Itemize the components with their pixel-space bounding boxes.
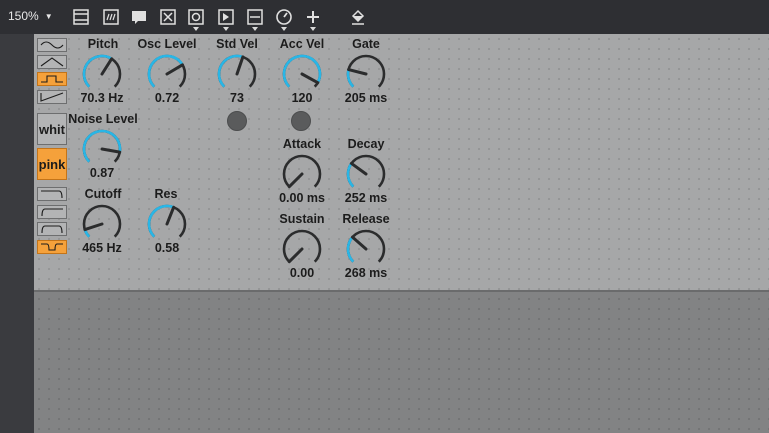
- knob-needle: [165, 63, 184, 76]
- acc-vel-value: 120: [291, 91, 313, 105]
- sine-wave-icon: [40, 41, 64, 49]
- release-knob[interactable]: [344, 227, 388, 271]
- knob-track: [346, 154, 386, 188]
- knob-track: [282, 154, 322, 188]
- pitch-knob[interactable]: [80, 52, 124, 96]
- toolbar: 150% ▼: [0, 0, 769, 34]
- filter-bandpass-button[interactable]: [37, 222, 67, 236]
- waveform-triangle-button[interactable]: [37, 55, 67, 69]
- cutoff-label: Cutoff: [84, 187, 122, 201]
- add-icon[interactable]: [304, 8, 322, 31]
- filter-highpass-button[interactable]: [37, 205, 67, 219]
- acc-vel-indicator: [291, 111, 311, 131]
- lowpass-icon: [41, 190, 63, 199]
- release-label: Release: [342, 212, 390, 226]
- left-strip: [0, 34, 34, 433]
- triangle-wave-icon: [40, 57, 64, 67]
- dial-icon[interactable]: [275, 8, 293, 31]
- std-vel-knob[interactable]: [215, 52, 259, 96]
- attack-knob[interactable]: [280, 152, 324, 196]
- sustain-label: Sustain: [279, 212, 325, 226]
- noise-pink-button[interactable]: pink: [37, 148, 67, 180]
- zoom-label: 150%: [8, 9, 39, 23]
- knob-value-arc: [346, 69, 355, 88]
- knob-needle: [165, 205, 176, 226]
- osc-level-label: Osc Level: [137, 37, 197, 51]
- res-value: 0.58: [154, 241, 180, 255]
- knob-value-arc: [82, 129, 122, 163]
- pitch-label: Pitch: [87, 37, 119, 51]
- knob-needle: [347, 68, 368, 76]
- radio-icon[interactable]: [187, 8, 205, 31]
- knob-needle: [235, 55, 245, 76]
- slider-icon[interactable]: [246, 8, 264, 31]
- filter-notch-button[interactable]: [37, 240, 67, 254]
- cutoff-knob[interactable]: [80, 202, 124, 246]
- paint-bucket-icon[interactable]: [349, 8, 367, 26]
- knob-needle: [287, 247, 304, 264]
- gate-label: Gate: [352, 37, 380, 51]
- presentation-icon[interactable]: [72, 8, 90, 26]
- std-vel-label: Std Vel: [216, 37, 258, 51]
- waveform-sawtooth-button[interactable]: [37, 90, 67, 104]
- waveform-sine-button[interactable]: [37, 38, 67, 52]
- noise-white-label: whit: [39, 121, 65, 137]
- waveform-square-button[interactable]: [37, 72, 67, 86]
- play-button-icon[interactable]: [217, 8, 235, 31]
- knob-needle: [100, 147, 122, 154]
- knob-needle: [83, 222, 104, 232]
- text-field-icon[interactable]: [102, 8, 120, 26]
- cutoff-value: 465 Hz: [82, 241, 122, 255]
- knob-needle: [300, 72, 320, 85]
- comment-icon[interactable]: [130, 8, 148, 26]
- knob-value-arc: [147, 204, 175, 238]
- knob-needle: [350, 235, 368, 251]
- knob-track: [282, 229, 322, 263]
- decay-value: 252 ms: [344, 191, 388, 205]
- osc-level-knob[interactable]: [145, 52, 189, 96]
- noise-white-button[interactable]: whit: [37, 113, 67, 145]
- acc-vel-knob[interactable]: [280, 52, 324, 96]
- knob-needle: [349, 161, 368, 176]
- knob-needle: [100, 57, 114, 76]
- sustain-knob[interactable]: [280, 227, 324, 271]
- decay-label: Decay: [347, 137, 385, 151]
- res-knob[interactable]: [145, 202, 189, 246]
- std-vel-indicator: [227, 111, 247, 131]
- knob-track: [346, 229, 386, 263]
- knob-value-arc: [82, 54, 113, 88]
- std-vel-value: 73: [230, 91, 244, 105]
- gate-value: 205 ms: [344, 91, 388, 105]
- noise-level-label: Noise Level: [68, 112, 138, 126]
- zoom-menu[interactable]: 150% ▼: [8, 9, 53, 23]
- noise-level-value: 0.87: [89, 166, 115, 180]
- noise-pink-label: pink: [38, 156, 66, 172]
- knob-value-arc: [346, 162, 355, 188]
- osc-level-value: 0.72: [154, 91, 180, 105]
- filter-lowpass-button[interactable]: [37, 187, 67, 201]
- release-value: 268 ms: [344, 266, 388, 280]
- attack-label: Attack: [282, 137, 322, 151]
- decay-knob[interactable]: [344, 152, 388, 196]
- bandpass-icon: [41, 225, 63, 234]
- knob-track: [82, 204, 122, 238]
- gate-knob[interactable]: [344, 52, 388, 96]
- toggle-icon[interactable]: [159, 8, 177, 26]
- attack-value: 0.00 ms: [279, 191, 325, 205]
- knob-needle: [287, 172, 304, 189]
- pitch-value: 70.3 Hz: [80, 91, 124, 105]
- sustain-value: 0.00: [289, 266, 315, 280]
- notch-icon: [41, 243, 63, 251]
- acc-vel-label: Acc Vel: [279, 37, 325, 51]
- chevron-down-icon: ▼: [44, 11, 53, 21]
- knob-value-arc: [147, 54, 184, 88]
- sawtooth-wave-icon: [40, 92, 64, 102]
- highpass-icon: [41, 208, 63, 217]
- square-wave-icon: [41, 75, 63, 83]
- noise-level-knob[interactable]: [80, 127, 124, 171]
- knob-value-arc: [346, 236, 355, 263]
- res-label: Res: [154, 187, 178, 201]
